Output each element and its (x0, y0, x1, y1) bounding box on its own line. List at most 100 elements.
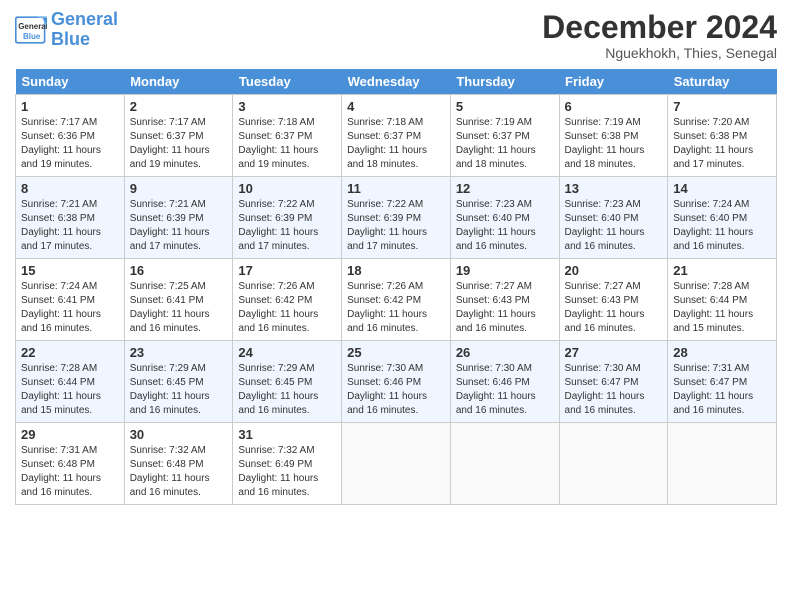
table-row: 28Sunrise: 7:31 AM Sunset: 6:47 PM Dayli… (668, 341, 777, 423)
table-row: 26 Sunrise: 7:30 AM Sunset: 6:46 PM Dayli… (450, 341, 559, 423)
day-info: Sunrise: 7:26 AM Sunset: 6:42 PM Dayligh… (238, 280, 336, 336)
table-row: 23Sunrise: 7:29 AM Sunset: 6:45 PM Dayli… (124, 341, 233, 423)
table-row: 18Sunrise: 7:26 AM Sunset: 6:42 PM Dayli… (342, 259, 451, 341)
day-number: 24 (238, 345, 336, 360)
day-number: 19 (456, 263, 554, 278)
svg-text:General: General (18, 22, 47, 31)
col-saturday: Saturday (668, 69, 777, 95)
day-number: 26 (456, 345, 554, 360)
table-row: 24 Sunrise: 7:29 AM Sunset: 6:45 PM Dayli… (233, 341, 342, 423)
day-info: Sunrise: 7:32 AM Sunset: 6:48 PM Dayligh… (130, 444, 228, 500)
table-row: 4 Sunrise: 7:18 AM Sunset: 6:37 PM Daylig… (342, 95, 451, 177)
day-number: 10 (238, 181, 336, 196)
day-number: 18 (347, 263, 445, 278)
day-info: Sunrise: 7:29 AM Sunset: 6:45 PM Dayligh… (238, 362, 336, 418)
calendar-week-row: 29Sunrise: 7:31 AM Sunset: 6:48 PM Dayli… (16, 423, 777, 505)
logo-icon: General Blue (15, 16, 47, 44)
day-info: Sunrise: 7:18 AM Sunset: 6:37 PM Dayligh… (347, 116, 445, 172)
table-row (450, 423, 559, 505)
table-row: 3 Sunrise: 7:18 AM Sunset: 6:37 PM Daylig… (233, 95, 342, 177)
day-number: 3 (238, 99, 336, 114)
table-row: 19 Sunrise: 7:27 AM Sunset: 6:43 PM Dayli… (450, 259, 559, 341)
table-row: 16Sunrise: 7:25 AM Sunset: 6:41 PM Dayli… (124, 259, 233, 341)
calendar-header-row: Sunday Monday Tuesday Wednesday Thursday… (16, 69, 777, 95)
col-wednesday: Wednesday (342, 69, 451, 95)
day-info: Sunrise: 7:25 AM Sunset: 6:41 PM Dayligh… (130, 280, 228, 336)
col-friday: Friday (559, 69, 668, 95)
month-title: December 2024 (542, 10, 777, 45)
day-info: Sunrise: 7:27 AM Sunset: 6:43 PM Dayligh… (565, 280, 663, 336)
table-row: 9Sunrise: 7:21 AM Sunset: 6:39 PM Daylig… (124, 177, 233, 259)
table-row: 6 Sunrise: 7:19 AM Sunset: 6:38 PM Daylig… (559, 95, 668, 177)
day-info: Sunrise: 7:18 AM Sunset: 6:37 PM Dayligh… (238, 116, 336, 172)
day-info: Sunrise: 7:30 AM Sunset: 6:47 PM Dayligh… (565, 362, 663, 418)
day-number: 27 (565, 345, 663, 360)
day-info: Sunrise: 7:21 AM Sunset: 6:38 PM Dayligh… (21, 198, 119, 254)
table-row: 17 Sunrise: 7:26 AM Sunset: 6:42 PM Dayli… (233, 259, 342, 341)
table-row: 31 Sunrise: 7:32 AM Sunset: 6:49 PM Dayli… (233, 423, 342, 505)
day-number: 6 (565, 99, 663, 114)
day-number: 31 (238, 427, 336, 442)
day-info: Sunrise: 7:20 AM Sunset: 6:38 PM Dayligh… (673, 116, 771, 172)
day-info: Sunrise: 7:24 AM Sunset: 6:40 PM Dayligh… (673, 198, 771, 254)
day-number: 30 (130, 427, 228, 442)
table-row (342, 423, 451, 505)
day-number: 17 (238, 263, 336, 278)
day-info: Sunrise: 7:32 AM Sunset: 6:49 PM Dayligh… (238, 444, 336, 500)
day-info: Sunrise: 7:23 AM Sunset: 6:40 PM Dayligh… (456, 198, 554, 254)
calendar-table: Sunday Monday Tuesday Wednesday Thursday… (15, 69, 777, 505)
day-number: 8 (21, 181, 119, 196)
day-number: 13 (565, 181, 663, 196)
day-number: 20 (565, 263, 663, 278)
logo-text: GeneralBlue (51, 10, 118, 50)
table-row: 8 Sunrise: 7:21 AM Sunset: 6:38 PM Daylig… (16, 177, 125, 259)
day-info: Sunrise: 7:22 AM Sunset: 6:39 PM Dayligh… (347, 198, 445, 254)
day-info: Sunrise: 7:23 AM Sunset: 6:40 PM Dayligh… (565, 198, 663, 254)
day-info: Sunrise: 7:22 AM Sunset: 6:39 PM Dayligh… (238, 198, 336, 254)
table-row: 12 Sunrise: 7:23 AM Sunset: 6:40 PM Dayli… (450, 177, 559, 259)
header: General Blue GeneralBlue December 2024 N… (15, 10, 777, 61)
table-row: 21 Sunrise: 7:28 AM Sunset: 6:44 PM Dayli… (668, 259, 777, 341)
table-row (559, 423, 668, 505)
logo: General Blue GeneralBlue (15, 10, 118, 50)
day-info: Sunrise: 7:17 AM Sunset: 6:36 PM Dayligh… (21, 116, 119, 172)
day-number: 14 (673, 181, 771, 196)
day-info: Sunrise: 7:17 AM Sunset: 6:37 PM Dayligh… (130, 116, 228, 172)
table-row: 29Sunrise: 7:31 AM Sunset: 6:48 PM Dayli… (16, 423, 125, 505)
location: Nguekhokh, Thies, Senegal (542, 45, 777, 61)
day-number: 12 (456, 181, 554, 196)
day-info: Sunrise: 7:28 AM Sunset: 6:44 PM Dayligh… (21, 362, 119, 418)
table-row: 7 Sunrise: 7:20 AM Sunset: 6:38 PM Daylig… (668, 95, 777, 177)
table-row: 11 Sunrise: 7:22 AM Sunset: 6:39 PM Dayli… (342, 177, 451, 259)
day-number: 4 (347, 99, 445, 114)
table-row: 10 Sunrise: 7:22 AM Sunset: 6:39 PM Dayli… (233, 177, 342, 259)
day-info: Sunrise: 7:27 AM Sunset: 6:43 PM Dayligh… (456, 280, 554, 336)
day-number: 11 (347, 181, 445, 196)
day-info: Sunrise: 7:24 AM Sunset: 6:41 PM Dayligh… (21, 280, 119, 336)
day-number: 1 (21, 99, 119, 114)
table-row: 25Sunrise: 7:30 AM Sunset: 6:46 PM Dayli… (342, 341, 451, 423)
calendar-week-row: 22Sunrise: 7:28 AM Sunset: 6:44 PM Dayli… (16, 341, 777, 423)
day-number: 23 (130, 345, 228, 360)
col-monday: Monday (124, 69, 233, 95)
table-row: 2Sunrise: 7:17 AM Sunset: 6:37 PM Daylig… (124, 95, 233, 177)
table-row: 27 Sunrise: 7:30 AM Sunset: 6:47 PM Dayli… (559, 341, 668, 423)
col-sunday: Sunday (16, 69, 125, 95)
day-number: 21 (673, 263, 771, 278)
title-block: December 2024 Nguekhokh, Thies, Senegal (542, 10, 777, 61)
day-number: 5 (456, 99, 554, 114)
day-info: Sunrise: 7:19 AM Sunset: 6:38 PM Dayligh… (565, 116, 663, 172)
day-info: Sunrise: 7:28 AM Sunset: 6:44 PM Dayligh… (673, 280, 771, 336)
day-number: 9 (130, 181, 228, 196)
col-tuesday: Tuesday (233, 69, 342, 95)
table-row: 13 Sunrise: 7:23 AM Sunset: 6:40 PM Dayli… (559, 177, 668, 259)
table-row: 22Sunrise: 7:28 AM Sunset: 6:44 PM Dayli… (16, 341, 125, 423)
day-info: Sunrise: 7:30 AM Sunset: 6:46 PM Dayligh… (347, 362, 445, 418)
day-number: 29 (21, 427, 119, 442)
table-row (668, 423, 777, 505)
day-number: 7 (673, 99, 771, 114)
day-number: 28 (673, 345, 771, 360)
day-info: Sunrise: 7:30 AM Sunset: 6:46 PM Dayligh… (456, 362, 554, 418)
calendar-week-row: 8 Sunrise: 7:21 AM Sunset: 6:38 PM Daylig… (16, 177, 777, 259)
table-row: 15Sunrise: 7:24 AM Sunset: 6:41 PM Dayli… (16, 259, 125, 341)
